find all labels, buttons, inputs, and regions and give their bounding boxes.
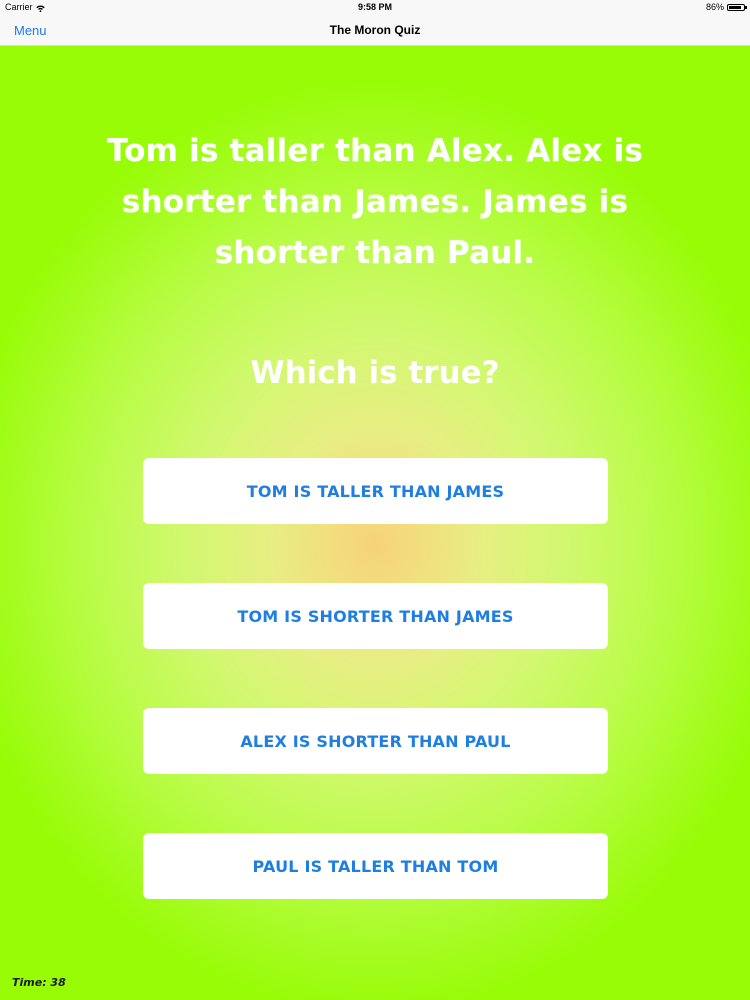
answer-button-4[interactable]: PAUL IS TALLER THAN TOM: [143, 833, 608, 899]
status-bar: Carrier 9:58 PM 86%: [0, 0, 750, 14]
question-text: Tom is taller than Alex. Alex is shorter…: [106, 133, 644, 271]
question-prompt: Which is true?: [250, 355, 500, 391]
status-right: 86%: [705, 2, 747, 12]
answer-button-1[interactable]: TOM IS TALLER THAN JAMES: [143, 458, 608, 524]
status-time: 9:58 PM: [357, 2, 392, 12]
answer-button-3[interactable]: ALEX IS SHORTER THAN PAUL: [143, 708, 608, 774]
menu-button[interactable]: Menu: [14, 23, 47, 38]
timer-label: Time: 38: [12, 976, 66, 989]
battery-percent: 86%: [705, 2, 724, 12]
page-title: The Moron Quiz: [329, 23, 421, 37]
quiz-screen: Tom is taller than Alex. Alex is shorter…: [0, 46, 750, 1000]
navigation-bar: Menu The Moron Quiz: [0, 14, 750, 46]
answer-button-2[interactable]: TOM IS SHORTER THAN JAMES: [143, 583, 608, 649]
battery-icon: [727, 3, 747, 11]
